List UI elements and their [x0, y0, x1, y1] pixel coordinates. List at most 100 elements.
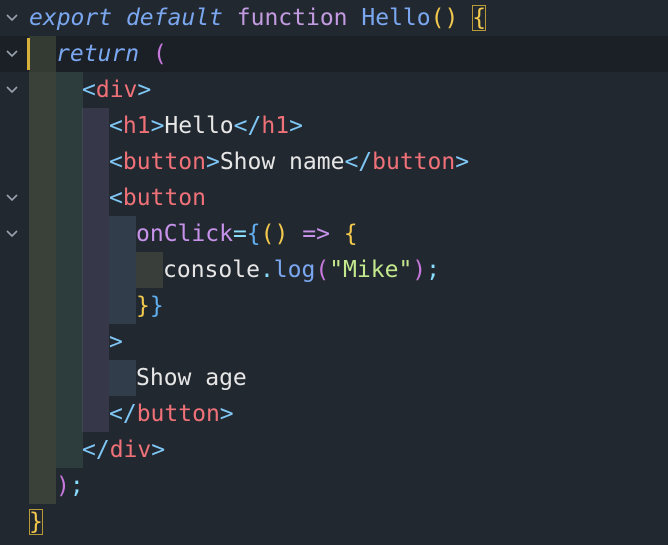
- code-token: Hello: [361, 5, 431, 31]
- code-line[interactable]: <button: [0, 180, 668, 216]
- code-line[interactable]: </button>: [0, 396, 668, 432]
- indent-guide: [29, 216, 56, 252]
- code-editor[interactable]: export default function Hello() {return …: [0, 0, 668, 545]
- code-token: <: [109, 185, 123, 211]
- code-token: log: [273, 257, 316, 283]
- code-text: onClick={() => {: [136, 216, 358, 252]
- fold-chevron-down-icon[interactable]: [2, 72, 22, 108]
- code-token: </: [82, 437, 110, 463]
- indent-guide: [82, 216, 109, 252]
- code-text: <h1>Hello</h1>: [109, 108, 303, 144]
- code-token: <: [109, 149, 123, 175]
- indent-guide: [29, 252, 56, 288]
- indent-guide: [29, 468, 56, 504]
- code-token: "Mike": [329, 257, 413, 283]
- code-token: ): [412, 257, 427, 283]
- indent-guide: [82, 108, 109, 144]
- indent-guide: [56, 360, 83, 396]
- indent-guide: [82, 288, 109, 324]
- code-token: =: [232, 221, 247, 247]
- code-line[interactable]: <h1>Hello</h1>: [0, 108, 668, 144]
- fold-chevron-down-icon[interactable]: [2, 216, 22, 252]
- code-token: >: [137, 77, 152, 103]
- code-token: >: [455, 149, 470, 175]
- indent-guide: [29, 396, 56, 432]
- code-line[interactable]: </div>: [0, 432, 668, 468]
- code-token: ;: [69, 473, 84, 499]
- code-token: (): [430, 5, 459, 31]
- code-text: >: [109, 324, 123, 360]
- code-line[interactable]: <button>Show name</button>: [0, 144, 668, 180]
- code-token: =>: [302, 221, 330, 247]
- indent-guide: [56, 216, 83, 252]
- code-text: }: [29, 504, 43, 540]
- code-text: <div>: [82, 72, 151, 108]
- indent-guide: [29, 180, 56, 216]
- code-line[interactable]: >: [0, 324, 668, 360]
- code-token: {: [343, 221, 358, 247]
- code-token: div: [95, 77, 138, 103]
- code-token: button: [122, 149, 206, 175]
- code-text: Show age: [136, 360, 247, 396]
- text-cursor: [27, 38, 30, 70]
- code-line[interactable]: return (: [0, 36, 668, 72]
- indent-guide: [29, 360, 56, 396]
- code-line[interactable]: }}: [0, 288, 668, 324]
- code-line[interactable]: console.log("Mike");: [0, 252, 668, 288]
- indent-guide: [109, 252, 136, 288]
- code-token: <: [109, 113, 123, 139]
- code-token: Show name: [219, 149, 345, 175]
- code-token: </: [233, 113, 262, 139]
- indent-guide: [82, 180, 109, 216]
- indent-guide: [82, 324, 109, 360]
- code-token: ): [56, 473, 70, 499]
- code-token: >: [150, 113, 165, 139]
- indent-guide: [56, 288, 83, 324]
- indent-guide: [29, 432, 56, 468]
- code-line[interactable]: onClick={() => {: [0, 216, 668, 252]
- code-token: h1: [261, 113, 290, 139]
- code-token: >: [289, 113, 303, 139]
- fold-chevron-down-icon[interactable]: [2, 36, 22, 72]
- code-token: (): [260, 221, 289, 247]
- fold-chevron-down-icon[interactable]: [2, 180, 22, 216]
- code-text: return (: [56, 36, 167, 72]
- code-text: );: [56, 468, 84, 504]
- code-text: <button>Show name</button>: [109, 144, 469, 180]
- code-line[interactable]: export default function Hello() {: [0, 0, 668, 36]
- code-token: return: [56, 41, 140, 67]
- code-token: }: [29, 509, 43, 535]
- indent-guide: [109, 288, 136, 324]
- indent-guide: [29, 36, 56, 72]
- code-line[interactable]: );: [0, 468, 668, 504]
- code-token: </: [109, 401, 137, 427]
- indent-guide: [56, 144, 83, 180]
- code-token: default: [125, 5, 223, 31]
- code-line[interactable]: Show age: [0, 360, 668, 396]
- code-text: console.log("Mike");: [163, 252, 440, 288]
- code-line[interactable]: }: [0, 504, 668, 540]
- fold-chevron-down-icon[interactable]: [2, 0, 22, 36]
- code-token: export: [29, 5, 113, 31]
- indent-guide: [56, 432, 83, 468]
- indent-guide: [82, 252, 109, 288]
- code-token: .: [259, 257, 274, 283]
- indent-guide: [82, 144, 109, 180]
- code-line[interactable]: <div>: [0, 72, 668, 108]
- indent-guide: [109, 216, 136, 252]
- code-token: >: [109, 329, 123, 355]
- code-token: }: [136, 293, 150, 319]
- indent-guide: [29, 108, 56, 144]
- indent-guide: [56, 108, 83, 144]
- code-token: {: [246, 221, 261, 247]
- code-token: <: [82, 77, 96, 103]
- code-token: button: [122, 185, 206, 211]
- code-token: function: [236, 5, 348, 31]
- code-token: button: [136, 401, 220, 427]
- indent-guide: [29, 144, 56, 180]
